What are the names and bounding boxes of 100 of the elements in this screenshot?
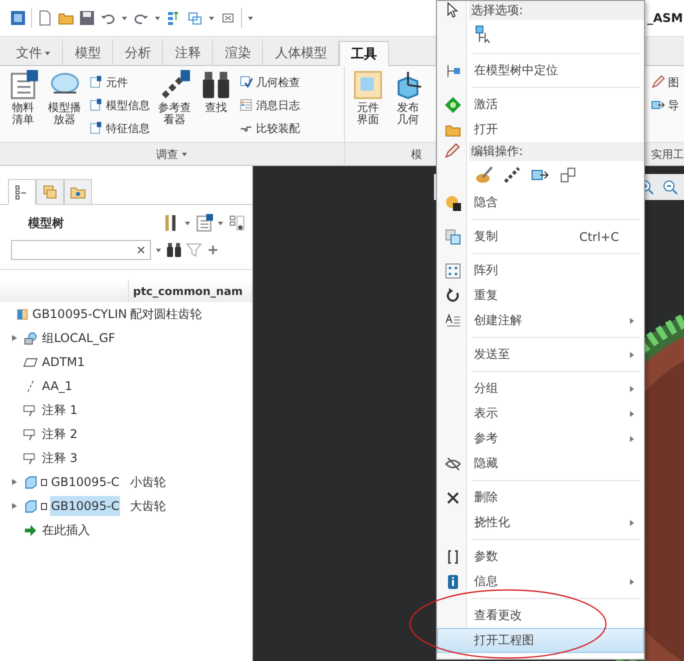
menu-item[interactable]: 打开工程图	[437, 628, 644, 653]
caret-icon[interactable]	[155, 246, 162, 254]
new-file-icon[interactable]	[37, 10, 53, 26]
menu-section-header: 选择选项:	[469, 0, 644, 20]
menu-section-header: 编辑操作:	[469, 142, 644, 160]
menu-item[interactable]: 表示	[437, 401, 644, 426]
windows-icon[interactable]	[187, 10, 203, 26]
ribbon-tab[interactable]: 注释	[163, 40, 213, 65]
ribbon-button[interactable]: 比较装配	[239, 118, 300, 138]
select-pick-icon[interactable]	[475, 25, 493, 43]
window-icon[interactable]	[10, 10, 26, 26]
ribbon-button[interactable]: 模型信息	[89, 95, 150, 115]
menu-item[interactable]: 在模型树中定位	[437, 58, 644, 83]
ribbon-tab[interactable]: 文件	[4, 40, 63, 65]
ribbon-group-label: 实用工	[651, 146, 684, 162]
annotation-icon	[445, 312, 461, 328]
menu-item[interactable]: 打开	[437, 117, 644, 142]
small-box-icon	[41, 478, 47, 486]
info-box-icon	[89, 75, 103, 89]
menu-item[interactable]: 创建注解	[437, 308, 644, 333]
insert-icon	[23, 522, 38, 538]
clear-icon[interactable]	[136, 245, 146, 255]
log-icon	[239, 98, 253, 112]
menu-item[interactable]: 分组	[437, 376, 644, 401]
brush-icon[interactable]	[475, 166, 493, 184]
menu-item[interactable]: 挠性化	[437, 510, 644, 535]
plus-icon[interactable]	[206, 243, 220, 257]
panel-title: 模型树	[28, 214, 64, 232]
menu-item[interactable]: 发送至	[437, 342, 644, 367]
ribbon-button[interactable]: 查找	[199, 70, 233, 114]
ribbon-button[interactable]: 元件界面	[351, 70, 385, 126]
info-box-icon	[89, 98, 103, 112]
copy-icon	[445, 228, 461, 244]
common-name-cell-text: 大齿轮	[129, 498, 166, 514]
tree-item[interactable]: GB10095-CYLIN	[31, 304, 128, 324]
caret-icon[interactable]	[154, 14, 161, 22]
puzzle-icon	[353, 70, 383, 100]
ribbon-button[interactable]: 图	[651, 72, 679, 92]
delete-icon	[445, 490, 461, 506]
part-icon	[23, 474, 38, 490]
ribbon-button[interactable]: 发布几何	[391, 70, 425, 126]
group-icon	[23, 330, 38, 346]
ribbon-tab[interactable]: 工具	[339, 41, 389, 66]
menu-item[interactable]: 阵列	[437, 258, 644, 283]
ribbon-button[interactable]: 物料清单	[6, 70, 40, 126]
list-icon[interactable]	[195, 214, 213, 232]
menu-item[interactable]: 参考	[437, 426, 644, 451]
tree-item[interactable]: GB10095-C	[50, 496, 120, 516]
menu-item[interactable]: 隐含	[437, 190, 644, 215]
search-field[interactable]	[11, 240, 151, 260]
ribbon-button[interactable]: 消息日志	[239, 95, 300, 115]
ribbon-button[interactable]: 几何检查	[239, 72, 300, 92]
tree-item[interactable]: AA_1	[41, 376, 74, 396]
ribbon-tab[interactable]: 渲染	[213, 40, 263, 65]
repeat-icon	[445, 288, 461, 304]
menu-item[interactable]: 删除	[437, 485, 644, 510]
tree-item[interactable]: 注释 2	[41, 422, 78, 446]
common-name-cell-text: 配对圆柱齿轮	[129, 306, 202, 322]
menu-item[interactable]: 隐藏	[437, 451, 644, 476]
suppress-icon	[445, 194, 461, 210]
menu-item[interactable]: 查看更改	[437, 603, 644, 628]
caret-icon[interactable]	[121, 14, 128, 22]
ribbon-group-label: 模	[411, 146, 422, 162]
menu-item[interactable]: 重复	[437, 283, 644, 308]
binoculars-icon	[201, 70, 231, 100]
tree-item[interactable]: 注释 1	[41, 398, 78, 422]
caret-icon[interactable]	[208, 14, 215, 22]
check-box-icon	[239, 75, 253, 89]
tree-item[interactable]: 注释 3	[41, 446, 78, 470]
caret-icon[interactable]	[217, 220, 224, 226]
ribbon-button[interactable]: 元件	[89, 72, 150, 92]
ribbon-button[interactable]: 参考查看器	[156, 70, 193, 126]
ribbon-button[interactable]: 模型播放器	[46, 70, 83, 126]
binoculars-icon[interactable]	[166, 242, 182, 258]
caret-icon[interactable]	[247, 14, 254, 22]
common-name-cell-text: 小齿轮	[129, 474, 166, 490]
expand-arrow-icon[interactable]	[10, 334, 18, 342]
info-box-icon	[89, 121, 103, 135]
expand-arrow-icon[interactable]	[10, 478, 18, 486]
list-icon	[8, 70, 38, 100]
ribbon-button[interactable]: 导	[651, 95, 679, 115]
menu-item[interactable]: 参数	[437, 544, 644, 569]
save-icon[interactable]	[79, 10, 95, 26]
tree-item[interactable]: GB10095-C	[50, 472, 120, 492]
locate-icon	[445, 62, 461, 78]
replace-icon[interactable]	[559, 166, 577, 184]
ribbon-tab[interactable]: 分析	[113, 40, 163, 65]
tree-item[interactable]: ADTM1	[41, 352, 86, 372]
menu-item[interactable]: 复制 Ctrl+C	[437, 224, 644, 249]
ribbon-tab[interactable]: 模型	[63, 40, 113, 65]
ribbon-button[interactable]: 特征信息	[89, 118, 150, 138]
caret-icon[interactable]	[184, 220, 191, 226]
tree-item[interactable]: 组LOCAL_GF	[41, 326, 116, 350]
panel-tab[interactable]	[8, 179, 36, 205]
menu-item[interactable]: 信息	[437, 569, 644, 594]
columns-icon[interactable]	[228, 214, 246, 232]
menu-item[interactable]: 激活	[437, 92, 644, 117]
expand-arrow-icon[interactable]	[10, 502, 18, 510]
zoom-out-icon[interactable]	[662, 179, 678, 195]
tree-item[interactable]: 在此插入	[41, 518, 91, 542]
